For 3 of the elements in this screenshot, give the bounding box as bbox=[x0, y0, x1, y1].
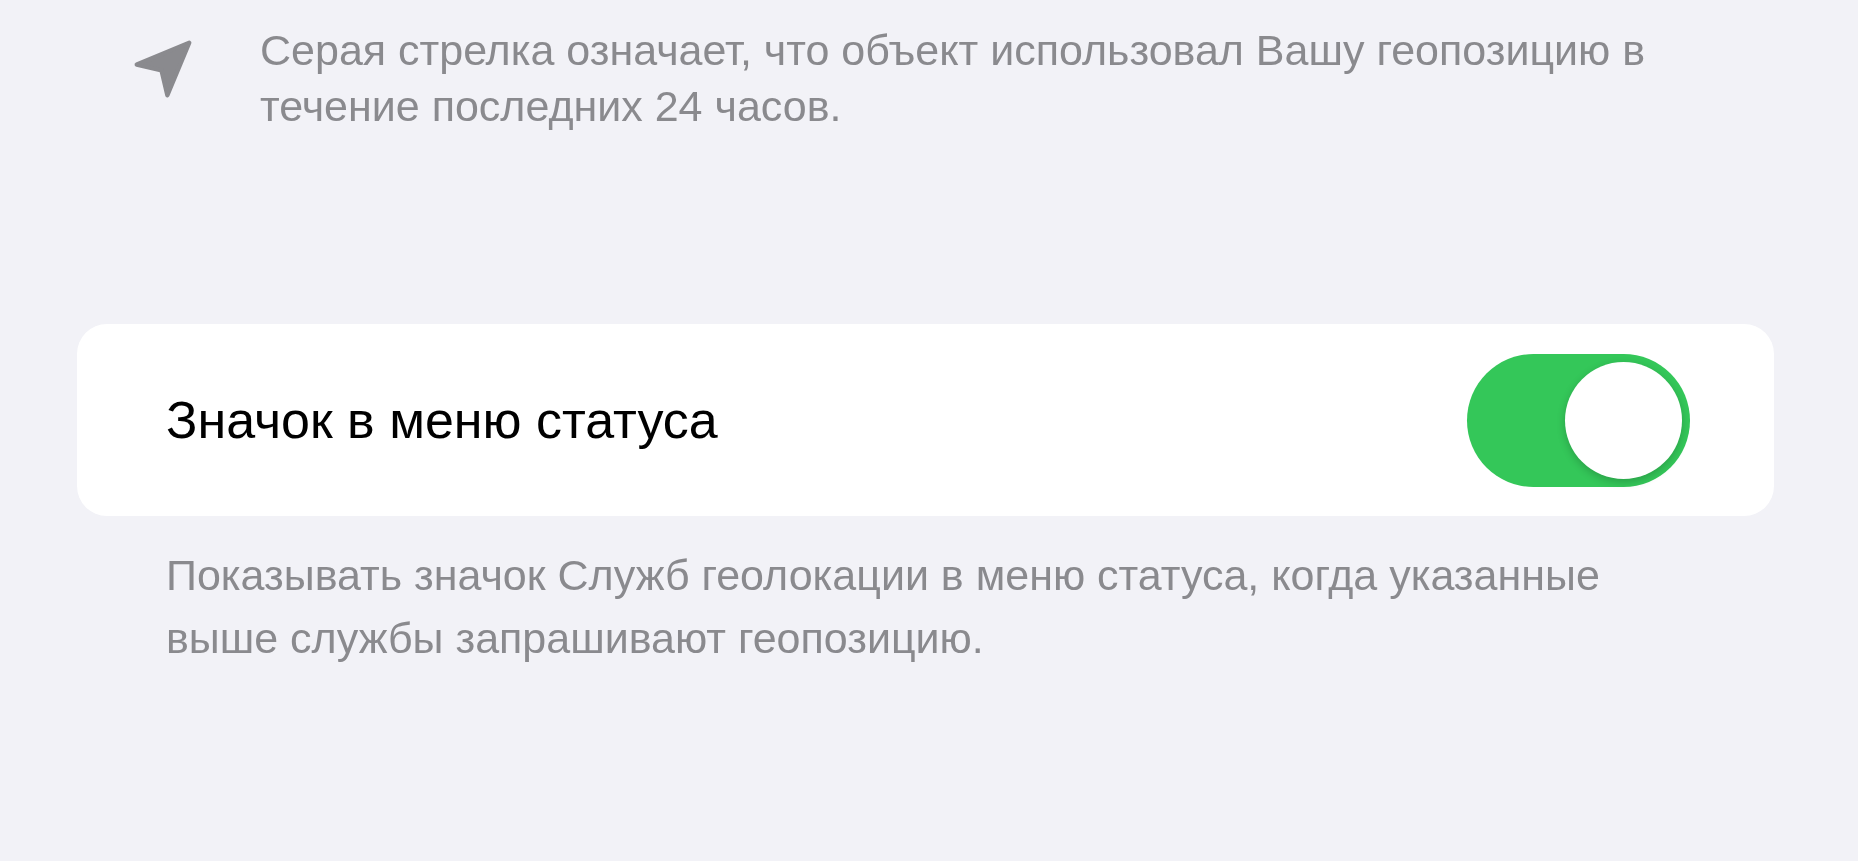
location-note-text: Серая стрелка означает, что объект использовал Вашу геопозицию в течение последних 24 часов. bbox=[260, 25, 1647, 132]
footer-text: Показывать значок Служб геолокации в меню статуса, когда указанные выше службы запрашивают геопозицию. bbox=[166, 550, 1601, 664]
setting-label: Значок в меню статуса bbox=[166, 390, 718, 450]
